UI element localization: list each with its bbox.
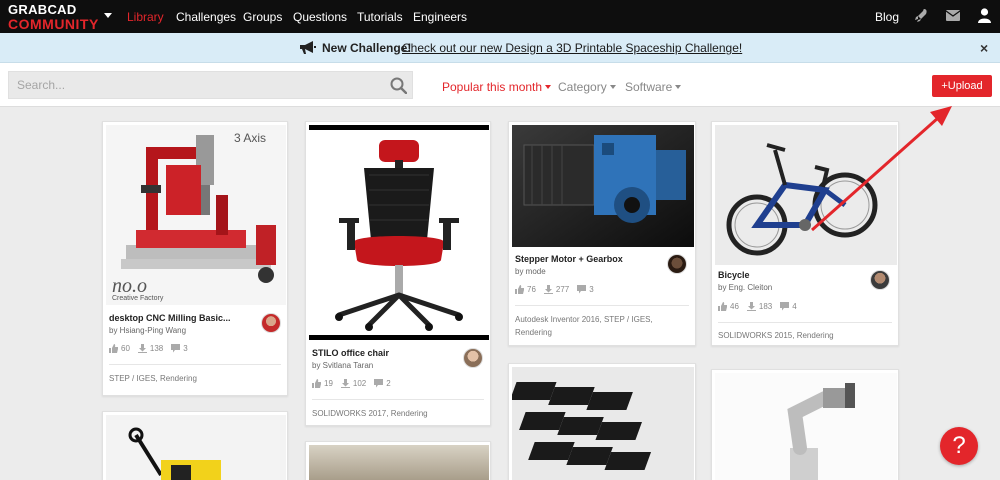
model-stats: 76 277 3 [515,285,602,294]
download-icon[interactable] [137,344,147,353]
model-thumbnail[interactable]: 3 Axis no.o Creative Factory [106,125,286,305]
robot-arm-image [715,373,897,480]
model-thumbnail[interactable] [715,373,897,480]
model-card[interactable] [711,369,899,480]
model-thumbnail[interactable] [715,125,897,265]
model-thumbnail[interactable] [309,445,489,480]
chevron-down-icon [609,85,616,89]
comment-icon[interactable] [374,379,384,388]
comment-icon[interactable] [171,344,181,353]
nav-challenges[interactable]: Challenges [176,10,236,24]
model-card[interactable]: 3 Axis no.o Creative Factory desktop CNC… [102,121,288,396]
model-thumbnail[interactable] [106,415,286,480]
model-stats: 46 183 4 [718,302,805,311]
chevron-down-icon [545,85,552,89]
model-thumbnail[interactable] [512,367,694,480]
download-icon[interactable] [746,302,756,311]
search-input[interactable] [9,72,379,98]
aluminum-profiles-image [512,367,694,480]
scooter-image [128,427,221,480]
nav-engineers[interactable]: Engineers [413,10,467,24]
model-tags[interactable]: SOLIDWORKS 2015, Rendering [718,329,834,342]
model-card[interactable] [102,411,288,480]
model-title[interactable]: desktop CNC Milling Basic... [109,313,231,323]
thumb-label: 3 Axis [234,131,267,145]
search-box [8,71,413,99]
banner-challenge-link[interactable]: Check out our new Design a 3D Printable … [402,41,742,55]
model-card[interactable]: Bicycle by Eng. Cleiton 46 183 4 SOLIDWO… [711,121,899,346]
nav-groups[interactable]: Groups [243,10,282,24]
avatar[interactable] [667,254,687,274]
comment-icon[interactable] [577,285,587,294]
model-tags[interactable]: Autodesk Inventor 2016, STEP / IGES, Rend… [515,313,653,339]
model-title[interactable]: STILO office chair [312,348,389,358]
download-icon[interactable] [340,379,350,388]
megaphone-icon [300,41,316,54]
model-thumbnail[interactable] [512,125,694,247]
divider [312,399,484,400]
divider [109,364,281,365]
model-author[interactable]: by Hsiang-Ping Wang [109,326,186,335]
model-title[interactable]: Stepper Motor + Gearbox [515,254,623,264]
logo-dropdown-caret-icon[interactable] [104,13,112,18]
download-icon[interactable] [543,285,553,294]
model-thumbnail[interactable] [309,125,489,340]
avatar[interactable] [261,313,281,333]
nav-blog[interactable]: Blog [875,10,899,24]
top-nav: GRABCAD COMMUNITY Library Challenges Gro… [0,0,1000,33]
thumbs-up-icon[interactable] [515,285,524,294]
model-stats: 60 138 3 [109,344,196,353]
thumbs-up-icon[interactable] [312,379,321,388]
banner-title: New Challenge! [322,41,412,55]
model-tags[interactable]: SOLIDWORKS 2017, Rendering [312,407,428,420]
model-tags[interactable]: STEP / IGES, Rendering [109,372,197,385]
office-chair-image [335,140,463,331]
search-icon[interactable] [390,77,407,94]
user-icon[interactable] [978,8,991,23]
nav-questions[interactable]: Questions [293,10,347,24]
thumbs-up-icon[interactable] [718,302,727,311]
stepper-motor-image [512,125,694,247]
comment-icon[interactable] [780,302,790,311]
model-title[interactable]: Bicycle [718,270,750,280]
model-card[interactable]: Stepper Motor + Gearbox by mode 76 277 3… [508,121,696,346]
filter-category-dropdown[interactable]: Category [558,80,616,94]
filter-popular-dropdown[interactable]: Popular this month [442,80,552,94]
library-toolbar: Popular this month Category Software +Up… [0,63,1000,107]
model-card[interactable]: STILO office chair by Svitlana Taran 19 … [305,121,491,426]
thumb-brand-text: Creative Factory [112,295,164,302]
model-author[interactable]: by mode [515,267,546,276]
model-author[interactable]: by Svitlana Taran [312,361,373,370]
divider [718,322,892,323]
grabcad-logo[interactable]: GRABCAD COMMUNITY [8,3,99,31]
mail-icon[interactable] [946,10,960,21]
help-button[interactable]: ? [940,427,978,465]
nav-library[interactable]: Library [127,10,164,24]
banner-close-icon[interactable]: × [980,40,988,56]
upload-button[interactable]: +Upload [932,75,992,97]
avatar[interactable] [463,348,483,368]
thumbs-up-icon[interactable] [109,344,118,353]
bicycle-image [715,125,897,265]
divider [515,305,689,306]
model-card[interactable] [305,441,491,480]
model-card[interactable] [508,363,696,480]
model-author[interactable]: by Eng. Cleiton [718,283,772,292]
challenge-banner: New Challenge! Check out our new Design … [0,33,1000,63]
nav-tutorials[interactable]: Tutorials [357,10,403,24]
filter-software-dropdown[interactable]: Software [625,80,682,94]
model-stats: 19 102 2 [312,379,399,388]
avatar[interactable] [870,270,890,290]
chevron-down-icon [675,85,682,89]
rocket-icon[interactable] [914,8,928,24]
